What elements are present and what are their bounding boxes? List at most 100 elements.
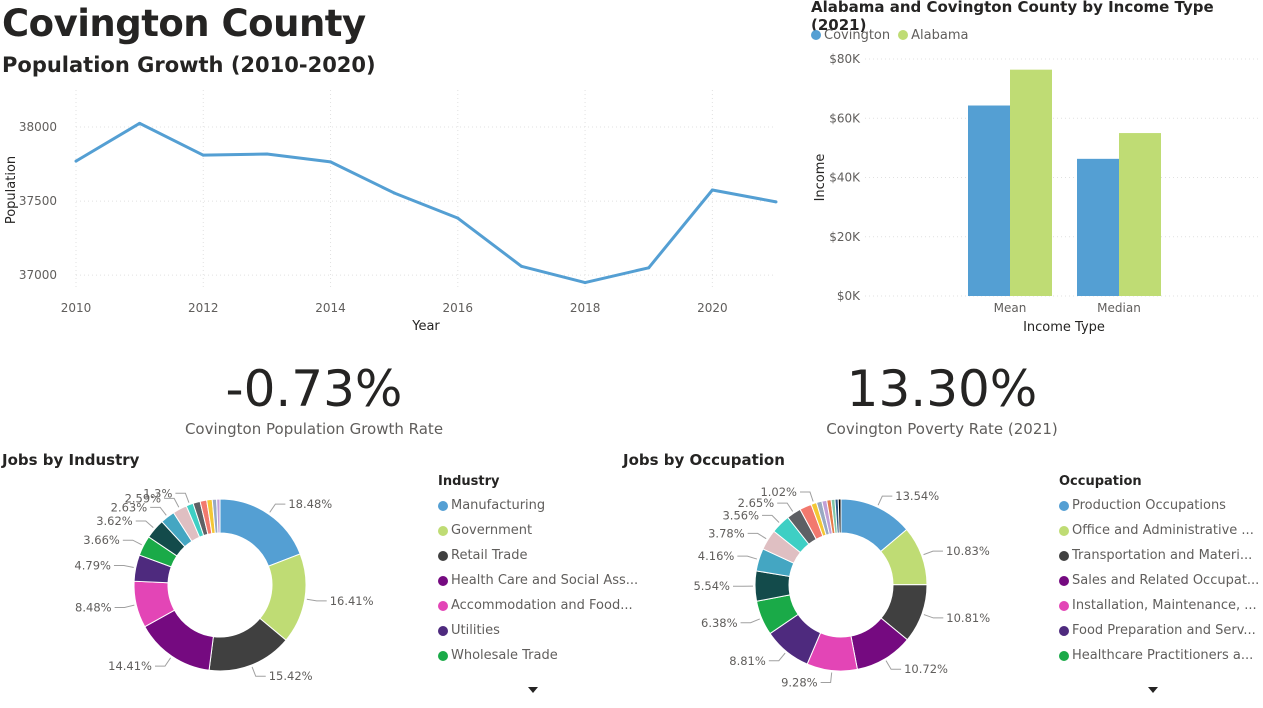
legend-color-dot — [1059, 550, 1069, 561]
legend-item[interactable]: Healthcare Practitioners a... — [1059, 643, 1259, 668]
donut-data-label: 10.81% — [946, 611, 990, 625]
legend-color-dot — [438, 525, 448, 536]
donut-data-label: 5.54% — [693, 579, 730, 593]
occupation-legend-title: Occupation — [1059, 474, 1142, 489]
y-tick-label: 37500 — [19, 194, 57, 208]
donut-label-leader — [306, 598, 327, 602]
legend-label: Office and Administrative ... — [1072, 523, 1254, 538]
donut-data-label: 1.02% — [760, 485, 797, 499]
donut-label-leader — [122, 539, 142, 546]
legend-color-dot — [438, 575, 448, 586]
legend-item[interactable]: Transportation and Materi... — [1059, 543, 1259, 568]
donut-label-leader — [820, 672, 833, 683]
page-title: Covington County — [2, 2, 366, 45]
donut-data-label: 15.42% — [269, 669, 313, 683]
y-tick-label: $80K — [829, 52, 861, 66]
income-bar-covington-median — [1077, 158, 1119, 296]
legend-color-dot — [1059, 525, 1069, 536]
legend-item[interactable]: Production Occupations — [1059, 493, 1259, 518]
legend-label: Government — [451, 523, 533, 538]
donut-label-leader — [269, 503, 286, 513]
occupation-legend-scroll-down-icon[interactable] — [1148, 687, 1158, 693]
income-legend: Covington Alabama — [811, 27, 968, 43]
legend-color-dot — [1059, 500, 1069, 511]
kpi-population-growth-value: -0.73% — [225, 360, 403, 418]
legend-item[interactable]: Food Preparation and Serv... — [1059, 618, 1259, 643]
donut-data-label: 10.83% — [946, 544, 990, 558]
donut-data-label: 8.48% — [75, 600, 112, 614]
x-tick-label: 2016 — [443, 301, 474, 315]
donut-data-label: 18.48% — [288, 497, 332, 511]
industry-legend-scroll-down-icon[interactable] — [528, 687, 538, 693]
legend-item[interactable]: Wholesale Trade — [438, 643, 638, 668]
population-chart-title: Population Growth (2010-2020) — [2, 53, 376, 77]
donut-data-label: 13.54% — [895, 489, 939, 503]
population-series-line — [75, 121, 777, 285]
population-data-point — [265, 152, 269, 156]
legend-color-dot — [438, 500, 448, 511]
y-tick-label: $60K — [829, 111, 861, 125]
legend-item[interactable]: Retail Trade — [438, 543, 638, 568]
industry-legend: Industry Manufacturing Government Retail T… — [438, 474, 638, 668]
legend-color-dot — [438, 625, 448, 636]
y-tick-label: $0K — [837, 289, 861, 303]
legend-label: Retail Trade — [451, 548, 528, 563]
donut-label-leader — [877, 495, 893, 506]
y-tick-label: 38000 — [19, 120, 57, 134]
donut-label-leader — [740, 618, 760, 624]
donut-data-label: 10.72% — [904, 662, 948, 676]
legend-item[interactable]: Office and Administrative ... — [1059, 518, 1259, 543]
x-tick-label: 2010 — [61, 301, 92, 315]
legend-item[interactable]: Accommodation and Food... — [438, 593, 638, 618]
donut-label-leader — [251, 666, 266, 677]
income-legend-item[interactable]: Alabama — [898, 27, 968, 43]
donut-data-label: 6.38% — [701, 616, 738, 630]
occupation-chart-title: Jobs by Occupation — [623, 451, 785, 469]
donut-label-leader — [114, 604, 135, 608]
legend-item[interactable]: Government — [438, 518, 638, 543]
legend-item[interactable]: Installation, Maintenance, ... — [1059, 593, 1259, 618]
donut-label-leader — [150, 506, 167, 516]
legend-color-dot — [898, 30, 909, 40]
legend-item[interactable]: Manufacturing — [438, 493, 638, 518]
industry-legend-title: Industry — [438, 474, 500, 489]
y-axis-label: Income — [813, 154, 828, 202]
donut-data-label: 14.41% — [108, 659, 152, 673]
donut-label-leader — [923, 550, 943, 556]
population-data-point — [456, 216, 460, 220]
population-data-point — [647, 266, 651, 270]
donut-data-label: 4.16% — [698, 549, 735, 563]
donut-data-label: 8.81% — [729, 654, 766, 668]
legend-color-dot — [1059, 575, 1069, 586]
kpi-poverty-rate-label: Covington Poverty Rate (2021) — [826, 420, 1058, 438]
income-legend-item[interactable]: Covington — [811, 27, 890, 43]
occupation-donut-chart: 13.54% 10.83% 10.81% 10.72% 9.28% 8.81% 6.38% 5… — [693, 485, 990, 689]
kpi-population-growth: -0.73% Covington Population Growth Rate — [164, 360, 464, 438]
legend-item[interactable]: Sales and Related Occupat... — [1059, 568, 1259, 593]
population-data-point — [774, 200, 778, 204]
donut-label-leader — [885, 660, 902, 670]
population-data-point — [138, 121, 142, 125]
donut-label-leader — [737, 555, 758, 560]
y-tick-label: 37000 — [19, 268, 57, 282]
income-bar-covington-mean — [968, 105, 1010, 296]
x-tick-label: Median — [1097, 301, 1141, 315]
legend-label: Food Preparation and Serv... — [1072, 623, 1256, 638]
donut-data-label: 3.78% — [708, 526, 745, 540]
donut-label-leader — [768, 652, 786, 662]
legend-color-dot — [1059, 625, 1069, 636]
legend-item[interactable]: Utilities — [438, 618, 638, 643]
legend-color-dot — [438, 600, 448, 611]
industry-donut-chart: 18.48% 16.41% 15.42% 14.41% 8.48% 4.79% 3.66% 3… — [74, 486, 373, 683]
legend-label: Sales and Related Occupat... — [1072, 573, 1260, 588]
donut-label-leader — [777, 502, 794, 512]
legend-item[interactable]: Health Care and Social Ass... — [438, 568, 638, 593]
donut-data-label: 1.3% — [143, 486, 172, 500]
x-tick-label: 2012 — [188, 301, 219, 315]
legend-label: Utilities — [451, 623, 500, 638]
donut-data-label: 3.66% — [83, 533, 120, 547]
y-tick-label: $20K — [829, 230, 861, 244]
kpi-population-growth-label: Covington Population Growth Rate — [184, 420, 444, 438]
population-data-point — [710, 188, 714, 192]
industry-chart-title: Jobs by Industry — [2, 451, 140, 469]
